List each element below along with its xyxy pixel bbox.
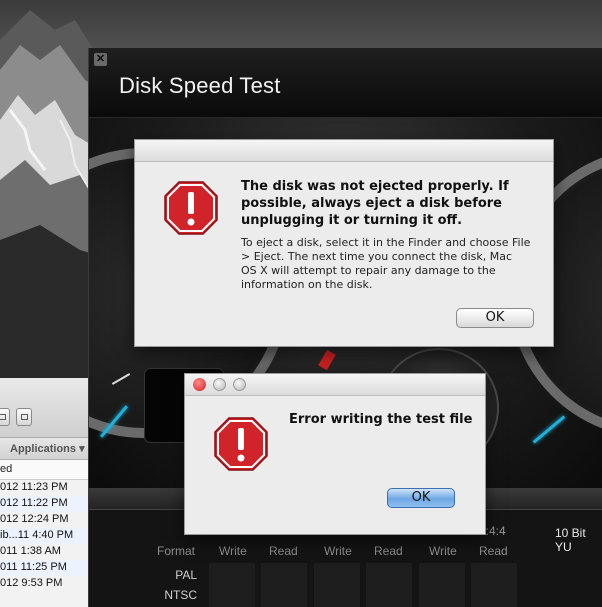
list-item[interactable]: 012 11:23 PM [0,480,94,496]
finder-window: Applications ▾ ed 012 11:23 PM 012 11:22 … [0,378,95,607]
eject-warning-title: The disk was not ejected properly. If po… [241,179,509,228]
table-cell [419,563,465,607]
finder-path-bar[interactable]: Applications ▾ [0,438,94,460]
write-label: Write [429,544,457,558]
table-cell [209,563,255,607]
eject-warning-dialog: The disk was not ejected properly. If po… [134,139,554,347]
app-title: Disk Speed Test [119,73,281,98]
error-title: Error writing the test file [289,412,473,427]
write-label: Write [324,544,352,558]
error-dialog: Error writing the test file OK [184,373,486,535]
chevron-down-icon: ▾ [79,443,85,455]
date-column-header[interactable]: ed [0,460,94,480]
table-cell [314,563,360,607]
read-label: Read [269,544,298,558]
column-header-10bit-yuv: 10 Bit YU [555,526,586,554]
gauge-needle [532,415,566,444]
desktop: Applications ▾ ed 012 11:23 PM 012 11:22 … [0,0,602,607]
table-cell [471,563,517,607]
eject-warning-body: To eject a disk, select it in the Finder… [241,236,531,291]
view-button[interactable] [0,408,10,426]
list-item[interactable]: 012 9:53 PM [0,576,94,592]
column-view-button[interactable] [16,408,32,426]
format-label: Format [157,544,196,558]
stop-sign-icon [214,417,268,471]
write-label: Write [219,544,247,558]
finder-path-label: Applications [10,443,77,455]
list-item[interactable]: 011 1:38 AM [0,544,94,560]
list-item[interactable]: 011 11:25 PM [0,560,94,576]
dialog-titlebar [135,140,553,162]
close-icon[interactable]: ✕ [94,53,107,66]
stop-sign-icon [164,181,218,235]
read-label: Read [374,544,403,558]
ok-button[interactable]: OK [387,488,455,508]
close-window-button[interactable] [193,378,206,391]
finder-toolbar [0,378,94,438]
dialog-titlebar [185,374,485,396]
list-item[interactable]: ib...11 4:40 PM [0,528,94,544]
row-label-pal: PAL [175,568,197,582]
list-item[interactable]: 012 11:22 PM [0,496,94,512]
minimize-window-button[interactable] [213,378,226,391]
table-cell [366,563,412,607]
table-cell [261,563,307,607]
window-titlebar: ✕ Disk Speed Test [89,48,602,118]
read-label: Read [479,544,508,558]
list-item[interactable]: 012 12:24 PM [0,512,94,528]
ok-button[interactable]: OK [456,308,534,328]
row-label-ntsc: NTSC [164,588,197,602]
zoom-window-button[interactable] [233,378,246,391]
gauge-redline [318,349,336,371]
